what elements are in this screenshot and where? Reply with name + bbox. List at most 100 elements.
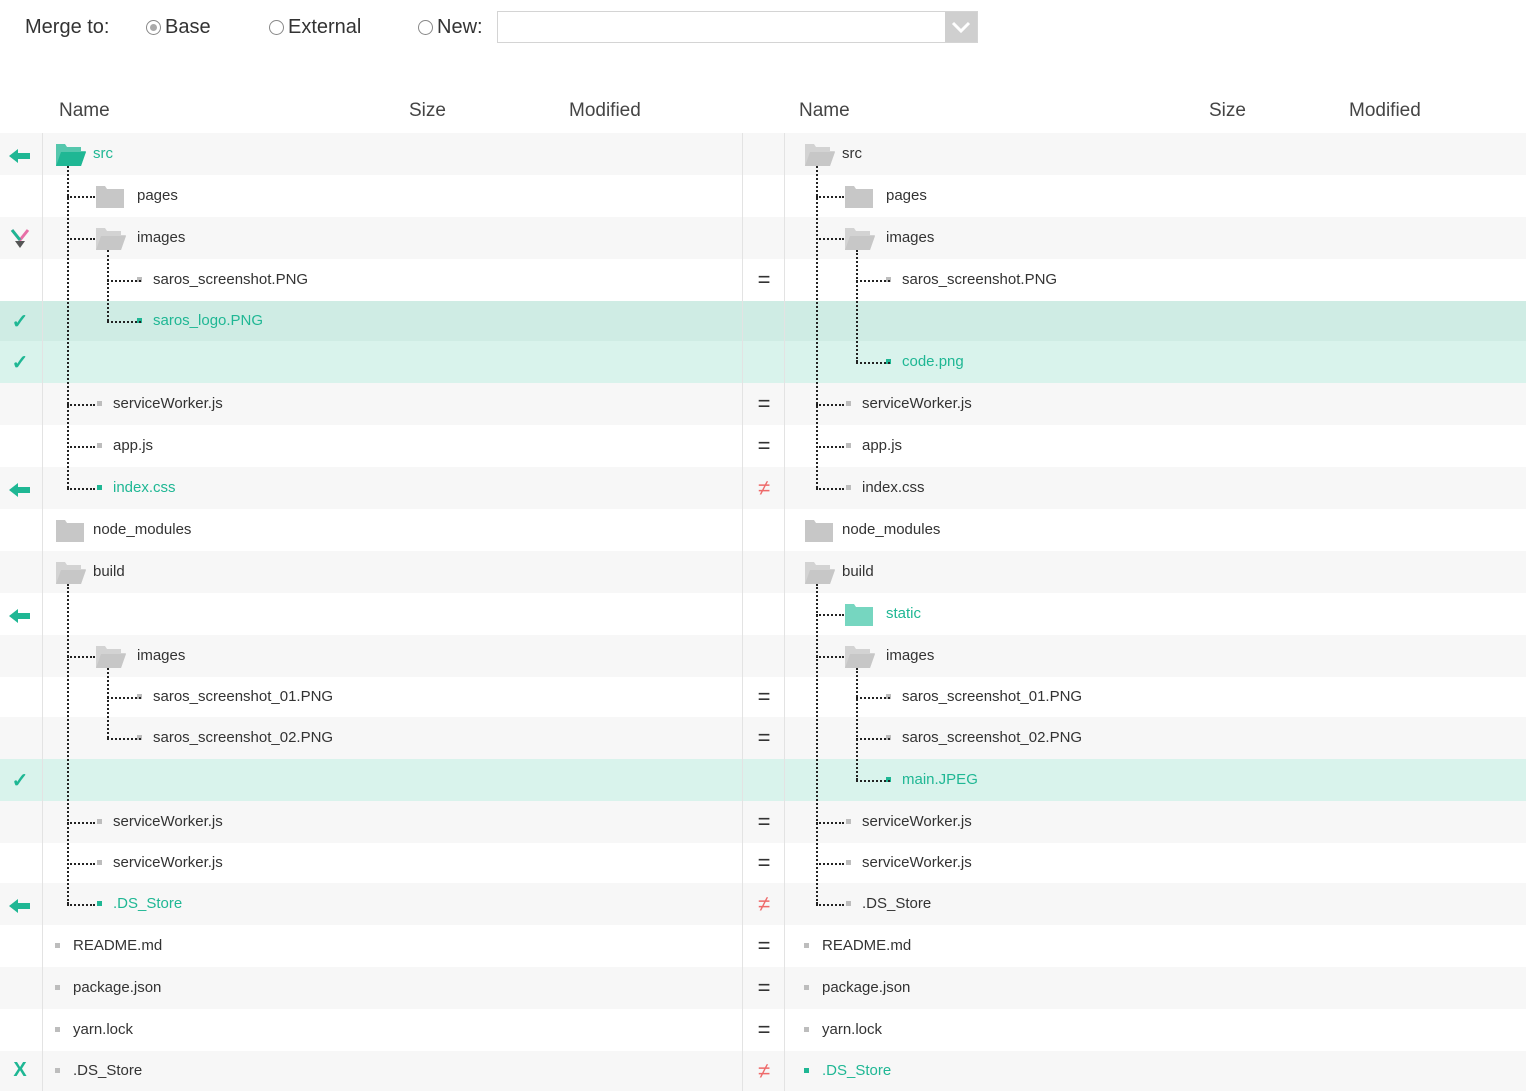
right-entry-node-modules[interactable]: node_modules [842, 521, 940, 538]
left-entry-serviceworker-js[interactable]: serviceWorker.js [113, 854, 223, 871]
check-icon[interactable]: ✓ [8, 768, 32, 793]
left-size-header[interactable]: Size [409, 100, 446, 122]
tree-line [856, 280, 890, 282]
right-size-header[interactable]: Size [1209, 100, 1246, 122]
folder-wrapper[interactable] [55, 559, 86, 584]
left-entry-package-json[interactable]: package.json [73, 979, 161, 996]
folder-wrapper[interactable] [95, 183, 124, 208]
left-entry-saros-logo-png[interactable]: saros_logo.PNG [153, 312, 263, 329]
right-entry-index-css[interactable]: index.css [862, 479, 925, 496]
left-entry--ds-store[interactable]: .DS_Store [73, 1062, 142, 1079]
copy-left-arrow-icon[interactable] [8, 606, 32, 629]
table-row[interactable] [0, 509, 1526, 551]
check-icon[interactable]: ✓ [8, 309, 32, 334]
radio-external-dot[interactable] [269, 20, 284, 35]
left-entry-saros-screenshot-01-png[interactable]: saros_screenshot_01.PNG [153, 688, 333, 705]
right-entry-saros-screenshot-02-png[interactable]: saros_screenshot_02.PNG [902, 729, 1082, 746]
chevron-down-icon [951, 21, 971, 33]
table-row[interactable] [0, 593, 1526, 635]
check-icon[interactable]: ✓ [8, 350, 32, 375]
left-entry-images[interactable]: images [137, 229, 185, 246]
right-entry-serviceworker-js[interactable]: serviceWorker.js [862, 395, 972, 412]
file-icon [804, 1027, 809, 1032]
folder-wrapper[interactable] [95, 225, 126, 250]
folder-icon [845, 186, 873, 208]
table-row[interactable] [0, 133, 1526, 175]
left-entry-index-css[interactable]: index.css [113, 479, 176, 496]
left-entry-app-js[interactable]: app.js [113, 437, 153, 454]
right-entry-app-js[interactable]: app.js [862, 437, 902, 454]
folder-wrapper[interactable] [844, 643, 875, 668]
copy-left-arrow-icon[interactable] [8, 480, 32, 503]
right-entry--ds-store[interactable]: .DS_Store [822, 1062, 891, 1079]
folder-wrapper[interactable] [844, 601, 873, 626]
right-entry-saros-screenshot-png[interactable]: saros_screenshot.PNG [902, 271, 1057, 288]
left-entry-node-modules[interactable]: node_modules [93, 521, 191, 538]
remove-icon[interactable]: X [8, 1059, 32, 1082]
folder-open-icon [56, 144, 86, 166]
folder-wrapper[interactable] [55, 141, 86, 166]
right-entry-main-jpeg[interactable]: main.JPEG [902, 771, 978, 788]
tree-line [67, 822, 95, 824]
right-entry-images[interactable]: images [886, 229, 934, 246]
right-entry-readme-md[interactable]: README.md [822, 937, 911, 954]
table-row[interactable] [0, 759, 1526, 801]
left-entry-yarn-lock[interactable]: yarn.lock [73, 1021, 133, 1038]
right-entry-serviceworker-js[interactable]: serviceWorker.js [862, 854, 972, 871]
left-entry-saros-screenshot-02-png[interactable]: saros_screenshot_02.PNG [153, 729, 333, 746]
left-entry-pages[interactable]: pages [137, 187, 178, 204]
table-row[interactable] [0, 635, 1526, 677]
folder-wrapper[interactable] [804, 517, 833, 542]
right-entry-build[interactable]: build [842, 563, 874, 580]
table-row[interactable] [0, 175, 1526, 217]
copy-left-arrow-icon[interactable] [8, 146, 32, 169]
left-entry--ds-store[interactable]: .DS_Store [113, 895, 182, 912]
radio-new-dot[interactable] [418, 20, 433, 35]
left-entry-src[interactable]: src [93, 145, 113, 162]
right-entry-code-png[interactable]: code.png [902, 353, 964, 370]
left-entry-serviceworker-js[interactable]: serviceWorker.js [113, 395, 223, 412]
table-row[interactable] [0, 551, 1526, 593]
right-entry-serviceworker-js[interactable]: serviceWorker.js [862, 813, 972, 830]
left-entry-images[interactable]: images [137, 647, 185, 664]
folder-wrapper[interactable] [844, 225, 875, 250]
right-entry-saros-screenshot-01-png[interactable]: saros_screenshot_01.PNG [902, 688, 1082, 705]
right-entry-src[interactable]: src [842, 145, 862, 162]
equal-icon: = [757, 933, 771, 958]
right-entry--ds-store[interactable]: .DS_Store [862, 895, 931, 912]
right-entry-static[interactable]: static [886, 605, 921, 622]
right-entry-images[interactable]: images [886, 647, 934, 664]
tree-line [107, 697, 141, 699]
folder-wrapper[interactable] [55, 517, 84, 542]
left-name-header[interactable]: Name [59, 100, 110, 122]
tree-line [816, 488, 844, 490]
left-entry-serviceworker-js[interactable]: serviceWorker.js [113, 813, 223, 830]
left-entry-build[interactable]: build [93, 563, 125, 580]
right-modified-header[interactable]: Modified [1349, 100, 1421, 122]
folder-wrapper[interactable] [95, 643, 126, 668]
folder-wrapper[interactable] [804, 559, 835, 584]
file-icon [97, 819, 102, 824]
left-entry-saros-screenshot-png[interactable]: saros_screenshot.PNG [153, 271, 308, 288]
left-modified-header[interactable]: Modified [569, 100, 641, 122]
right-entry-yarn-lock[interactable]: yarn.lock [822, 1021, 882, 1038]
tree-line [107, 738, 141, 740]
table-row[interactable] [0, 217, 1526, 259]
folder-wrapper[interactable] [804, 141, 835, 166]
radio-external[interactable]: External [269, 16, 361, 39]
right-entry-package-json[interactable]: package.json [822, 979, 910, 996]
copy-left-arrow-icon[interactable] [8, 896, 32, 919]
new-path-combobox[interactable] [497, 11, 978, 43]
radio-base-dot[interactable] [146, 20, 161, 35]
merge-icon[interactable] [8, 226, 32, 256]
table-row[interactable] [0, 341, 1526, 383]
right-name-header[interactable]: Name [799, 100, 850, 122]
equal-icon: = [757, 850, 771, 875]
tree-line [816, 656, 844, 658]
left-entry-readme-md[interactable]: README.md [73, 937, 162, 954]
dropdown-button[interactable] [945, 12, 977, 42]
right-entry-pages[interactable]: pages [886, 187, 927, 204]
folder-wrapper[interactable] [844, 183, 873, 208]
radio-base[interactable]: Base [146, 16, 211, 39]
radio-new[interactable]: New: [418, 16, 483, 39]
